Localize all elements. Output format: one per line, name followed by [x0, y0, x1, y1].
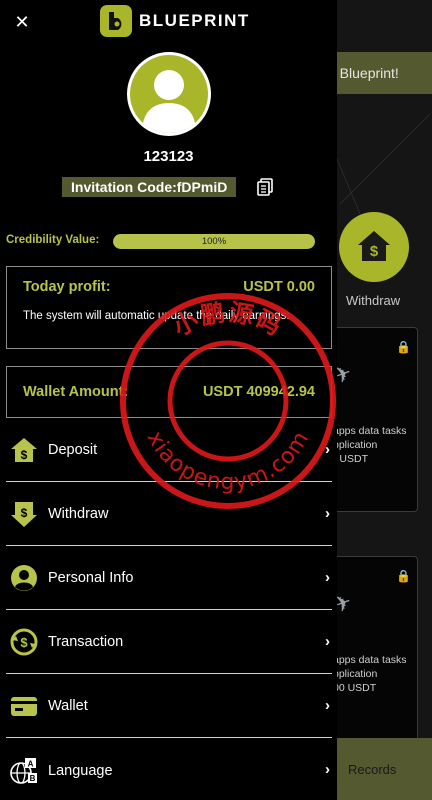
svg-text:$: $: [370, 243, 379, 260]
close-button[interactable]: ✕: [12, 12, 32, 32]
credibility-progress-bar: 100%: [113, 234, 315, 249]
chevron-right-icon: ›: [325, 441, 330, 458]
brand-logo: BLUEPRINT: [100, 4, 250, 38]
menu-item-language[interactable]: A B Language ›: [6, 739, 332, 800]
svg-text:$: $: [20, 635, 28, 650]
lock-icon: 🔒: [396, 340, 411, 354]
menu-item-wallet[interactable]: Wallet ›: [6, 675, 332, 738]
chevron-right-icon: ›: [325, 633, 330, 650]
task-card-desc: apps data tasks pplication 00 USDT: [333, 654, 407, 694]
menu-label: Wallet: [48, 698, 88, 714]
withdraw-icon: $: [10, 500, 38, 528]
invitation-code: Invitation Code:fDPmiD: [62, 177, 237, 197]
chevron-right-icon: ›: [325, 697, 330, 714]
credibility-percent: 100%: [201, 236, 227, 247]
wallet-icon: [10, 692, 38, 720]
user-icon: [10, 564, 38, 592]
menu-label: Deposit: [48, 442, 98, 458]
chevron-right-icon: ›: [325, 761, 330, 778]
menu-label: Personal Info: [48, 570, 134, 586]
lock-icon: 🔒: [396, 569, 411, 583]
avatar[interactable]: [127, 52, 211, 136]
credibility-label: Credibility Value:: [6, 234, 100, 246]
menu-item-withdraw[interactable]: $ Withdraw ›: [6, 483, 332, 546]
user-silhouette-icon: [142, 70, 196, 133]
withdraw-house-icon: $: [358, 231, 390, 261]
chevron-right-icon: ›: [325, 569, 330, 586]
today-profit-note: The system will automatic update the dai…: [23, 310, 290, 322]
menu-item-deposit[interactable]: $ Deposit ›: [6, 419, 332, 482]
brand-name: BLUEPRINT: [139, 11, 250, 30]
svg-text:A: A: [28, 759, 34, 768]
language-icon: A B: [10, 757, 38, 785]
menu-item-transaction[interactable]: $ Transaction ›: [6, 611, 332, 674]
svg-text:$: $: [21, 506, 28, 520]
menu-label: Language: [48, 762, 113, 779]
withdraw-shortcut-button[interactable]: $: [339, 212, 409, 282]
task-card-desc: apps data tasks pplication ) USDT: [333, 425, 407, 465]
copy-icon[interactable]: [255, 177, 275, 197]
username: 123123: [143, 148, 194, 165]
menu-label: Withdraw: [48, 506, 109, 522]
close-icon: ✕: [14, 11, 30, 32]
wallet-amount-panel: Wallet Amount: USDT 409942.94: [6, 366, 332, 418]
svg-text:B: B: [30, 774, 36, 783]
side-drawer: ✕ BLUEPRINT 123123 Invitation Code:fDPmi…: [0, 0, 337, 800]
chevron-right-icon: ›: [325, 505, 330, 522]
transaction-icon: $: [10, 628, 38, 656]
withdraw-shortcut-label: Withdraw: [346, 293, 401, 308]
deposit-icon: $: [10, 436, 38, 464]
wallet-amount-value: USDT 409942.94: [202, 384, 315, 400]
svg-text:$: $: [21, 448, 28, 462]
today-profit-panel: Today profit: USDT 0.00 The system will …: [6, 266, 332, 349]
wallet-amount-title: Wallet Amount:: [23, 384, 129, 400]
bottom-nav-records[interactable]: Records: [348, 762, 396, 777]
logo-mark-icon: [100, 5, 132, 37]
menu-label: Transaction: [48, 634, 124, 650]
today-profit-value: USDT 0.00: [243, 279, 315, 295]
today-profit-title: Today profit:: [23, 279, 111, 295]
menu-item-personal-info[interactable]: Personal Info ›: [6, 547, 332, 610]
